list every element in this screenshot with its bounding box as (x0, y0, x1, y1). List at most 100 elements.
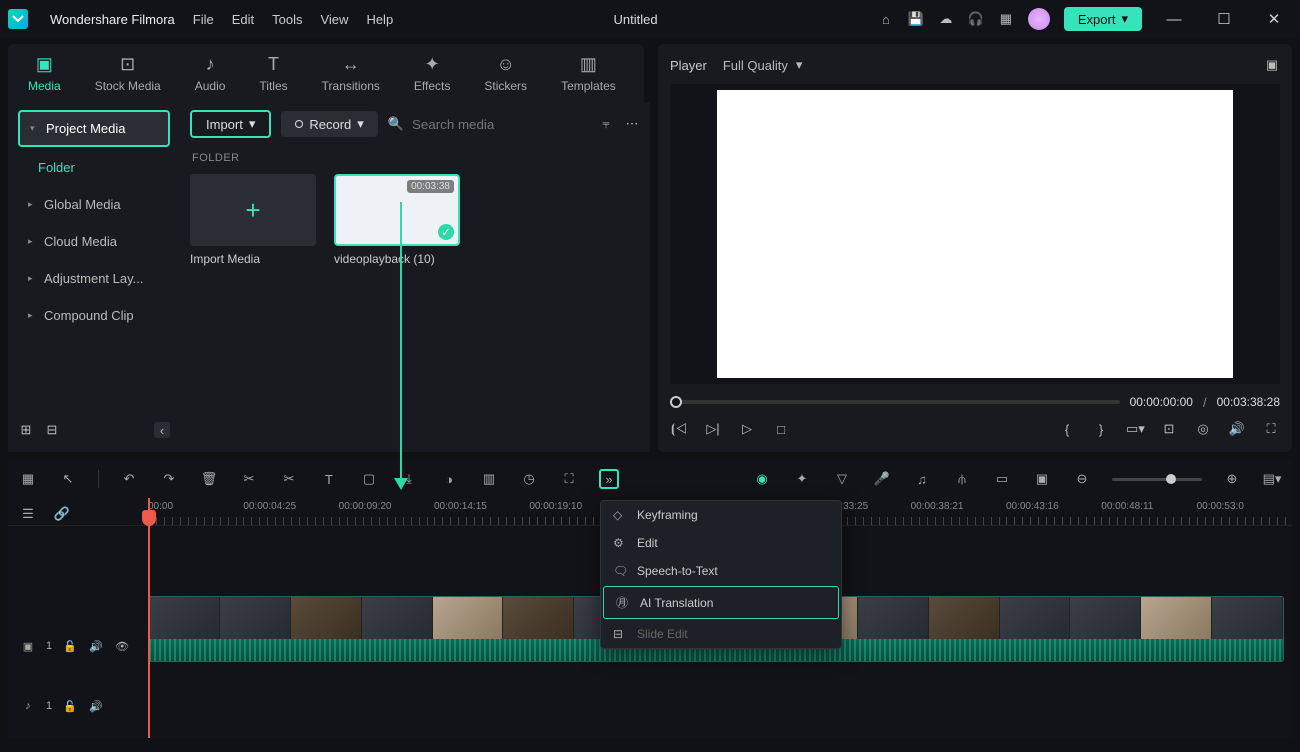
render-icon[interactable]: ▭ (992, 469, 1012, 489)
volume-icon[interactable]: 🔊 (1228, 421, 1246, 437)
cut-icon[interactable]: ✂ (239, 469, 259, 489)
layout-icon[interactable]: ▦ (18, 469, 38, 489)
fullscreen-icon[interactable]: ⛶ (1262, 421, 1280, 437)
audio-track-header[interactable]: ♪1 🔓 🔊 (8, 676, 148, 736)
chevron-down-icon: ▾ (796, 57, 803, 73)
text-icon[interactable]: T (319, 469, 339, 489)
stop-icon[interactable]: □ (772, 422, 790, 437)
tab-stickers[interactable]: ☺Stickers (484, 54, 527, 93)
timer-icon[interactable]: ◷ (519, 469, 539, 489)
tab-titles[interactable]: TTitles (259, 54, 287, 93)
minimize-button[interactable]: — (1156, 11, 1192, 28)
quality-dropdown[interactable]: Full Quality▾ (723, 57, 803, 73)
filter-icon[interactable]: ⫧ (598, 116, 614, 132)
link-icon[interactable]: 🔗 (52, 504, 72, 524)
playhead[interactable] (148, 498, 150, 738)
redo-icon[interactable]: ↷ (159, 469, 179, 489)
resize-icon[interactable]: ▢ (359, 469, 379, 489)
stt-icon: 🗨 (613, 564, 627, 578)
import-media-tile[interactable]: + Import Media (190, 174, 316, 266)
step-fwd-icon[interactable]: ▷| (704, 421, 722, 437)
crop-icon[interactable]: ✂ (279, 469, 299, 489)
lock-icon[interactable]: 🔓 (62, 640, 78, 653)
close-button[interactable]: ✕ (1256, 10, 1292, 28)
tab-stock[interactable]: ⊡Stock Media (95, 54, 161, 93)
preview-canvas[interactable] (670, 84, 1280, 384)
menu-edit[interactable]: Edit (232, 12, 254, 27)
tab-transitions[interactable]: ↔Transitions (322, 54, 380, 93)
mixer-icon[interactable]: ⫛ (952, 469, 972, 489)
record-button[interactable]: Record ▾ (281, 111, 377, 137)
ctx-ai-translation[interactable]: ㊊AI Translation (603, 586, 839, 619)
sidebar-cloud-media[interactable]: ▸Cloud Media (18, 225, 170, 258)
ctx-stt[interactable]: 🗨Speech-to-Text (601, 557, 841, 585)
music-icon[interactable]: ♫ (912, 469, 932, 489)
zoom-out-icon[interactable]: ⊖ (1072, 469, 1092, 489)
ctx-edit[interactable]: ⚙Edit (601, 529, 841, 557)
color-icon[interactable]: ◑ (439, 469, 459, 489)
zoom-in-icon[interactable]: ⊕ (1222, 469, 1242, 489)
device-icon[interactable]: ⌂ (878, 11, 894, 27)
undo-icon[interactable]: ↶ (119, 469, 139, 489)
track-view-icon[interactable]: ☰ (18, 504, 38, 524)
scrub-knob[interactable] (670, 396, 682, 408)
save-icon[interactable]: 💾 (908, 11, 924, 27)
more-icon[interactable]: ⋯ (624, 116, 640, 132)
sidebar-folder[interactable]: Folder (18, 151, 170, 184)
eye-icon[interactable]: 👁 (114, 640, 130, 653)
tab-media[interactable]: ▣Media (28, 54, 61, 93)
headset-icon[interactable]: 🎧 (968, 11, 984, 27)
snapshot-icon[interactable]: ▣ (1264, 57, 1280, 73)
sidebar-project-media[interactable]: ▾ Project Media (18, 110, 170, 147)
enhance-icon[interactable]: ✦ (792, 469, 812, 489)
menu-file[interactable]: File (193, 12, 214, 27)
camera-icon[interactable]: ◎ (1194, 421, 1212, 437)
select-icon[interactable]: ↖ (58, 469, 78, 489)
scrub-bar[interactable] (670, 400, 1120, 404)
maximize-button[interactable]: ☐ (1206, 10, 1242, 28)
sidebar-compound[interactable]: ▸Compound Clip (18, 299, 170, 332)
collapse-icon[interactable]: ‹ (154, 422, 170, 438)
prev-frame-icon[interactable]: ⦗◁ (670, 421, 688, 437)
mark-in-icon[interactable]: { (1058, 422, 1076, 437)
apps-icon[interactable]: ▦ (998, 11, 1014, 27)
avatar[interactable] (1028, 8, 1050, 30)
media-clip[interactable]: 00:03:38 ✓ videoplayback (10) (334, 174, 460, 266)
menu-view[interactable]: View (320, 12, 348, 27)
mic-icon[interactable]: 🎤 (872, 469, 892, 489)
overlay-icon[interactable]: ▥ (479, 469, 499, 489)
sidebar-global-media[interactable]: ▸Global Media (18, 188, 170, 221)
search-input[interactable] (412, 117, 532, 132)
tab-audio[interactable]: ♪Audio (195, 54, 226, 93)
frame-icon[interactable]: ▣ (1032, 469, 1052, 489)
detach-icon[interactable]: ⛶ (559, 469, 579, 489)
new-folder-icon[interactable]: ⊞ (18, 422, 34, 438)
delete-icon[interactable]: 🗑 (199, 469, 219, 489)
cloud-icon[interactable]: ☁ (938, 11, 954, 27)
new-bin-icon[interactable]: ⊟ (44, 422, 60, 438)
ai-icon[interactable]: ◉ (752, 469, 772, 489)
video-track-header[interactable]: ▣1 🔓 🔊 👁 (8, 616, 148, 676)
mark-out-icon[interactable]: } (1092, 422, 1110, 437)
chevron-right-icon: ▸ (28, 273, 38, 284)
menu-tools[interactable]: Tools (272, 12, 302, 27)
search-box[interactable]: 🔍 (388, 116, 588, 132)
mute-icon[interactable]: 🔊 (88, 640, 104, 653)
speed-down-icon[interactable]: ⤓ (399, 469, 419, 489)
zoom-slider[interactable] (1112, 478, 1202, 481)
ratio-icon[interactable]: ▭▾ (1126, 421, 1144, 437)
ctx-keyframing[interactable]: ◇Keyframing (601, 501, 841, 529)
mute-icon[interactable]: 🔊 (88, 700, 104, 713)
sidebar-adjustment[interactable]: ▸Adjustment Lay... (18, 262, 170, 295)
display-icon[interactable]: ⊡ (1160, 421, 1178, 437)
import-button[interactable]: Import ▾ (190, 110, 271, 138)
tab-effects[interactable]: ✦Effects (414, 54, 450, 93)
view-mode-icon[interactable]: ▤▾ (1262, 469, 1282, 489)
more-tools-button[interactable]: » (599, 469, 619, 489)
play-icon[interactable]: ▷ (738, 421, 756, 437)
tab-templates[interactable]: ▥Templates (561, 54, 616, 93)
menu-help[interactable]: Help (366, 12, 393, 27)
export-button[interactable]: Export ▾ (1064, 7, 1142, 31)
marker-icon[interactable]: ▽ (832, 469, 852, 489)
lock-icon[interactable]: 🔓 (62, 700, 78, 713)
